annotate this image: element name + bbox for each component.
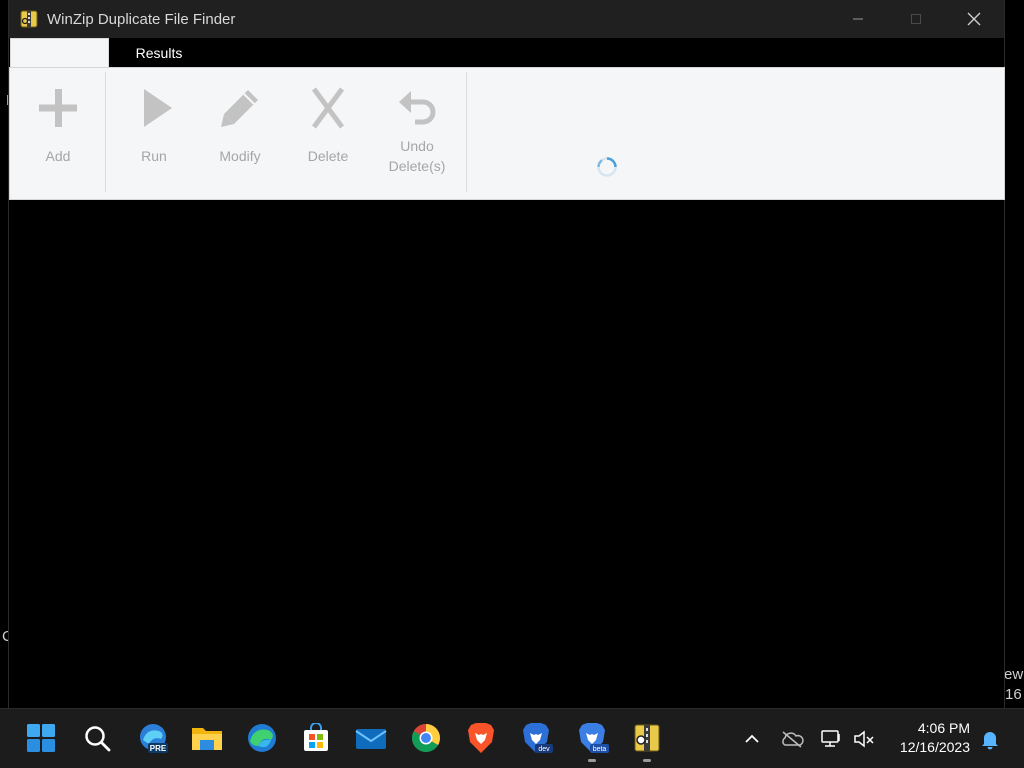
- file-explorer-button[interactable]: [190, 721, 224, 755]
- onedrive-button[interactable]: [780, 727, 804, 751]
- mail-icon: [355, 729, 387, 749]
- winzip-app-icon: [19, 9, 39, 29]
- brave-icon: [468, 723, 494, 753]
- app-window: WinZip Duplicate File Finder Home Result…: [8, 0, 1005, 708]
- winzip-taskbar-button[interactable]: [630, 721, 664, 755]
- running-indicator: [643, 759, 651, 762]
- running-indicator: [588, 759, 596, 762]
- window-title: WinZip Duplicate File Finder: [47, 10, 236, 28]
- add-label: Add: [45, 148, 71, 164]
- brave-button[interactable]: [464, 721, 498, 755]
- delete-button[interactable]: Delete: [284, 68, 372, 188]
- microsoft-store-button[interactable]: [299, 721, 333, 755]
- brave-beta-icon: beta: [579, 723, 609, 753]
- desktop-fragment: ew: [1004, 666, 1024, 683]
- run-label: Run: [141, 148, 167, 164]
- chevron-up-icon: [745, 734, 759, 743]
- title-bar[interactable]: WinZip Duplicate File Finder: [9, 0, 1004, 38]
- run-button[interactable]: Run: [110, 68, 198, 188]
- taskbar: PRE dev beta 4:06 PM 12/16/2023: [0, 708, 1024, 768]
- maximize-button[interactable]: [887, 0, 945, 38]
- microsoft-store-icon: [304, 723, 328, 751]
- edge-button[interactable]: [245, 721, 279, 755]
- show-hidden-icons-button[interactable]: [740, 727, 764, 751]
- pencil-icon: [221, 90, 258, 127]
- edge-icon: [248, 724, 276, 752]
- modify-label: Modify: [219, 148, 261, 164]
- play-icon: [144, 89, 172, 127]
- loading-spinner-icon: [597, 157, 617, 177]
- ribbon-toolbar: Add Run Modify Delete Undo Delete(s): [9, 67, 1005, 200]
- system-clock[interactable]: 4:06 PM 12/16/2023: [900, 719, 970, 757]
- edge-preview-button[interactable]: PRE: [136, 721, 170, 755]
- close-icon: [967, 12, 981, 26]
- brave-dev-badge: dev: [538, 746, 550, 753]
- ribbon-separator: [105, 72, 106, 192]
- minimize-button[interactable]: [829, 0, 887, 38]
- brave-beta-button[interactable]: beta: [576, 721, 610, 755]
- undo-icon: [399, 91, 436, 125]
- volume-button[interactable]: [852, 727, 876, 751]
- winzip-icon: [634, 724, 660, 752]
- brave-dev-icon: dev: [523, 723, 553, 753]
- undo-delete-label: Undo Delete(s): [388, 138, 446, 174]
- chrome-button[interactable]: [409, 721, 443, 755]
- bell-icon: [982, 732, 998, 750]
- maximize-icon: [911, 14, 921, 24]
- start-button[interactable]: [24, 721, 58, 755]
- search-button[interactable]: [80, 721, 114, 755]
- clock-date: 12/16/2023: [899, 739, 970, 755]
- edge-preview-icon: PRE: [140, 724, 168, 753]
- close-button[interactable]: [945, 0, 1003, 38]
- plus-icon: [39, 89, 77, 127]
- tab-home[interactable]: Home: [10, 38, 109, 68]
- desktop-fragment: 16: [1005, 686, 1022, 703]
- ribbon-separator: [466, 72, 467, 192]
- delete-label: Delete: [307, 148, 349, 164]
- edge-preview-badge: PRE: [150, 744, 167, 753]
- tab-results[interactable]: Results: [119, 38, 199, 68]
- volume-muted-icon: [854, 730, 874, 748]
- network-icon: [821, 730, 840, 747]
- file-explorer-icon: [192, 728, 222, 750]
- network-button[interactable]: [819, 727, 843, 751]
- clock-time: 4:06 PM: [917, 720, 970, 736]
- onedrive-icon: [782, 731, 804, 748]
- brave-beta-badge: beta: [593, 746, 607, 753]
- ribbon-tabs: Home Results: [9, 38, 1004, 68]
- start-icon: [27, 724, 55, 752]
- brave-dev-button[interactable]: dev: [520, 721, 554, 755]
- mail-button[interactable]: [354, 721, 388, 755]
- add-button[interactable]: Add: [14, 68, 102, 188]
- undo-delete-button[interactable]: Undo Delete(s): [372, 68, 462, 188]
- notifications-button[interactable]: [978, 727, 1002, 751]
- chrome-icon: [412, 724, 440, 752]
- x-icon: [311, 87, 345, 129]
- modify-button[interactable]: Modify: [196, 68, 284, 188]
- search-icon: [85, 726, 111, 752]
- minimize-icon: [853, 18, 863, 20]
